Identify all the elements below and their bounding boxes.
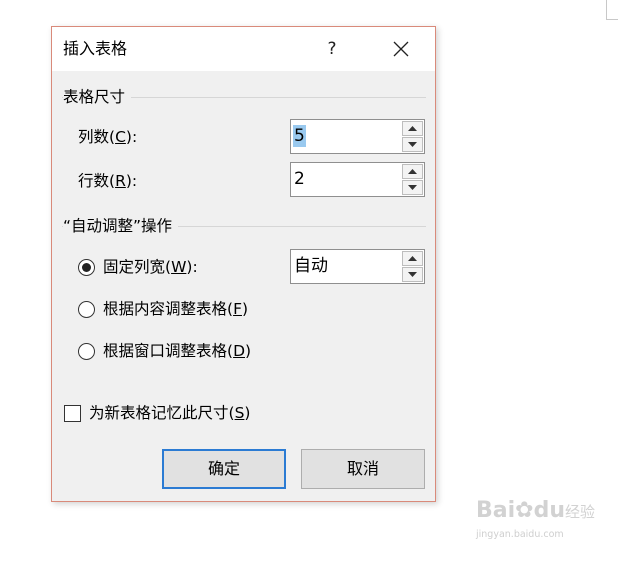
watermark-logo-bai: Bai	[476, 498, 516, 523]
columns-increment-button[interactable]	[402, 121, 423, 136]
watermark-url: jingyan.baidu.com	[476, 529, 564, 540]
cancel-button[interactable]: 取消	[301, 449, 425, 489]
columns-value[interactable]: 5	[293, 125, 306, 147]
columns-label-suffix: ):	[125, 128, 138, 146]
radio-selected-dot	[82, 263, 91, 272]
content-mnemonic: F	[233, 300, 242, 318]
fixed-label-text: 固定列宽(	[103, 258, 172, 276]
remember-label-text: 为新表格记忆此尺寸(	[89, 404, 235, 422]
window-label-suffix: )	[245, 342, 252, 360]
column-width-value[interactable]: 自动	[293, 255, 329, 277]
rows-spinner-arrows	[402, 164, 423, 195]
insert-table-dialog: 插入表格 ? 表格尺寸 列数(C): 5 行数(R): 2 “自动调整”操作 固…	[51, 26, 436, 502]
close-icon	[393, 41, 409, 57]
remember-size-checkbox[interactable]	[64, 405, 81, 422]
window-mnemonic: D	[233, 342, 245, 360]
triangle-down-icon	[408, 142, 417, 147]
fixed-label-suffix: ):	[186, 258, 198, 276]
rows-mnemonic: R	[115, 172, 126, 190]
rows-increment-button[interactable]	[402, 164, 423, 179]
column-width-spinner-arrows	[402, 251, 423, 282]
paw-icon: ✿	[515, 498, 534, 523]
document-page-corner	[606, 19, 618, 20]
remember-size-label[interactable]: 为新表格记忆此尺寸(S)	[89, 403, 250, 423]
columns-label-text: 列数(	[78, 128, 116, 146]
columns-decrement-button[interactable]	[402, 137, 423, 152]
rows-label-suffix: ):	[125, 172, 138, 190]
columns-spinner[interactable]: 5	[290, 119, 425, 154]
group-label-table-size: 表格尺寸	[63, 87, 132, 107]
baidu-jingyan-watermark: Bai✿du经验 jingyan.baidu.com	[476, 498, 595, 548]
screen: 插入表格 ? 表格尺寸 列数(C): 5 行数(R): 2 “自动调整”操作 固…	[0, 0, 618, 561]
rows-label: 行数(R):	[78, 171, 137, 191]
columns-mnemonic: C	[115, 128, 126, 146]
watermark-logo-du: du	[533, 498, 566, 523]
window-label-text: 根据窗口调整表格(	[103, 342, 234, 360]
rows-label-text: 行数(	[78, 172, 116, 190]
rows-decrement-button[interactable]	[402, 180, 423, 195]
triangle-up-icon	[408, 169, 417, 174]
rows-value[interactable]: 2	[293, 168, 306, 190]
rows-spinner[interactable]: 2	[290, 162, 425, 197]
triangle-down-icon	[408, 272, 417, 277]
group-label-autofit: “自动调整”操作	[63, 216, 179, 236]
radio-autofit-content[interactable]	[78, 301, 95, 318]
triangle-up-icon	[408, 256, 417, 261]
help-button[interactable]: ?	[316, 33, 348, 65]
triangle-up-icon	[408, 126, 417, 131]
column-width-decrement-button[interactable]	[402, 267, 423, 282]
watermark-logo: Bai✿du经验	[476, 498, 595, 525]
column-width-spinner[interactable]: 自动	[290, 249, 425, 284]
autofit-window-label[interactable]: 根据窗口调整表格(D)	[103, 341, 251, 361]
autofit-content-label[interactable]: 根据内容调整表格(F)	[103, 299, 248, 319]
columns-spinner-arrows	[402, 121, 423, 152]
fixed-mnemonic: W	[171, 258, 187, 276]
remember-mnemonic: S	[234, 404, 245, 422]
dialog-titlebar: 插入表格 ?	[52, 27, 435, 71]
radio-autofit-window[interactable]	[78, 343, 95, 360]
document-page-edge	[606, 0, 607, 20]
dialog-title: 插入表格	[63, 39, 128, 58]
close-button[interactable]	[384, 33, 418, 65]
column-width-increment-button[interactable]	[402, 251, 423, 266]
remember-label-suffix: )	[244, 404, 251, 422]
ok-button[interactable]: 确定	[162, 449, 286, 489]
content-label-suffix: )	[241, 300, 249, 318]
watermark-logo-jingyan: 经验	[565, 503, 596, 521]
triangle-down-icon	[408, 185, 417, 190]
content-label-text: 根据内容调整表格(	[103, 300, 234, 318]
columns-label: 列数(C):	[78, 127, 137, 147]
radio-fixed-column-width[interactable]	[78, 259, 95, 276]
fixed-column-width-label[interactable]: 固定列宽(W):	[103, 257, 198, 277]
